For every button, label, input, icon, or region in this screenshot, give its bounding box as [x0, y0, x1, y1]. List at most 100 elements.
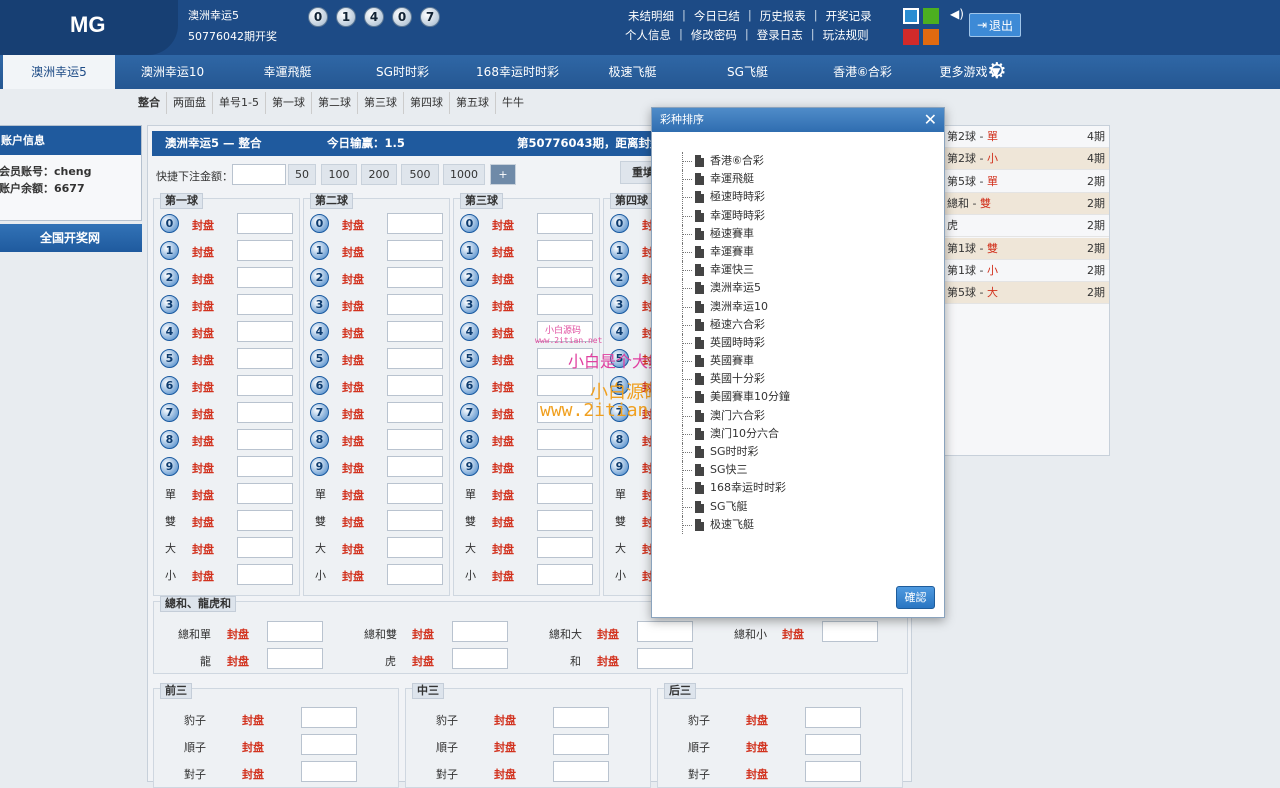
- bet-input[interactable]: [387, 402, 443, 423]
- bet-input[interactable]: [387, 213, 443, 234]
- quick-add-button[interactable]: +: [490, 164, 516, 185]
- link-profile[interactable]: 个人信息: [625, 27, 671, 43]
- bet-input[interactable]: [537, 348, 593, 369]
- bet-input[interactable]: [553, 707, 609, 728]
- bet-input[interactable]: [237, 240, 293, 261]
- quick-500-button[interactable]: 500: [401, 164, 439, 185]
- tab-sg-boat[interactable]: SG飞艇: [690, 55, 805, 89]
- tab-168-ssc[interactable]: 168幸运时时彩: [460, 55, 575, 89]
- lottery-tree-item[interactable]: 英國十分彩: [682, 370, 790, 389]
- logout-button[interactable]: ⇥ 退出: [969, 13, 1021, 37]
- bet-input[interactable]: [237, 213, 293, 234]
- all-draw-button[interactable]: 全国开奖网: [0, 224, 142, 252]
- quick-200-button[interactable]: 200: [361, 164, 397, 185]
- lottery-tree-item[interactable]: 澳门10分六合: [682, 424, 790, 443]
- bet-input[interactable]: [537, 510, 593, 531]
- lottery-tree-item[interactable]: 澳洲幸运10: [682, 297, 790, 316]
- confirm-button[interactable]: 確認: [896, 586, 935, 609]
- theme-orange-swatch[interactable]: [923, 29, 939, 45]
- bet-input[interactable]: [452, 648, 508, 669]
- lottery-tree-item[interactable]: 英國賽車: [682, 352, 790, 371]
- lottery-tree-item[interactable]: 香港⑥合彩: [682, 152, 790, 171]
- quick-1000-button[interactable]: 1000: [443, 164, 485, 185]
- bet-input[interactable]: [537, 537, 593, 558]
- bet-input[interactable]: [537, 294, 593, 315]
- bet-input[interactable]: [387, 456, 443, 477]
- bet-input[interactable]: [805, 761, 861, 782]
- subtab-all[interactable]: 整合: [132, 92, 167, 114]
- bet-input[interactable]: [301, 734, 357, 755]
- bet-input[interactable]: [537, 321, 593, 342]
- lottery-tree-item[interactable]: SG飞艇: [682, 497, 790, 516]
- bet-input[interactable]: [237, 294, 293, 315]
- bet-input[interactable]: [805, 734, 861, 755]
- subtab-single-1-5[interactable]: 单号1-5: [213, 92, 266, 114]
- bet-input[interactable]: [822, 621, 878, 642]
- lottery-tree-item[interactable]: 幸運飛艇: [682, 170, 790, 189]
- bet-input[interactable]: [537, 213, 593, 234]
- tab-speed-boat[interactable]: 极速飞艇: [575, 55, 690, 89]
- quick-100-button[interactable]: 100: [321, 164, 357, 185]
- lottery-tree-item[interactable]: 美國賽車10分鐘: [682, 388, 790, 407]
- bet-input[interactable]: [237, 483, 293, 504]
- bet-input[interactable]: [267, 621, 323, 642]
- bet-input[interactable]: [301, 761, 357, 782]
- link-draw-records[interactable]: 开奖记录: [826, 8, 872, 24]
- subtab-ball1[interactable]: 第一球: [266, 92, 312, 114]
- subtab-ball4[interactable]: 第四球: [404, 92, 450, 114]
- tab-sg-ssc[interactable]: SG时时彩: [345, 55, 460, 89]
- bet-input[interactable]: [387, 348, 443, 369]
- bet-input[interactable]: [537, 267, 593, 288]
- lottery-tree-item[interactable]: 幸運賽車: [682, 242, 790, 262]
- lottery-tree-item[interactable]: 極速賽車: [682, 224, 790, 243]
- subtab-two-sides[interactable]: 两面盘: [167, 92, 213, 114]
- bet-input[interactable]: [387, 510, 443, 531]
- bet-input[interactable]: [387, 483, 443, 504]
- lottery-tree-item[interactable]: 极速飞艇: [682, 515, 790, 534]
- bet-input[interactable]: [237, 402, 293, 423]
- bet-input[interactable]: [637, 621, 693, 642]
- bet-input[interactable]: [537, 402, 593, 423]
- quick-amount-input[interactable]: [232, 164, 286, 185]
- link-change-password[interactable]: 修改密码: [691, 27, 737, 43]
- theme-blue-swatch[interactable]: [903, 8, 919, 24]
- tab-aus10[interactable]: 澳洲幸运10: [115, 55, 230, 89]
- bet-input[interactable]: [637, 648, 693, 669]
- link-login-log[interactable]: 登录日志: [757, 27, 803, 43]
- link-settled-today[interactable]: 今日已结: [694, 8, 740, 24]
- lottery-tree-item[interactable]: 澳洲幸运5: [682, 279, 790, 298]
- link-rules[interactable]: 玩法规则: [823, 27, 869, 43]
- subtab-ball2[interactable]: 第二球: [312, 92, 358, 114]
- tab-lucky-boat[interactable]: 幸運飛艇: [230, 55, 345, 89]
- bet-input[interactable]: [267, 648, 323, 669]
- quick-50-button[interactable]: 50: [288, 164, 316, 185]
- bet-input[interactable]: [237, 429, 293, 450]
- lottery-tree-item[interactable]: SG快三: [682, 461, 790, 480]
- lottery-tree-item[interactable]: 極速六合彩: [682, 315, 790, 334]
- lottery-tree-item[interactable]: SG时时彩: [682, 443, 790, 462]
- lottery-tree-item[interactable]: 幸運時時彩: [682, 206, 790, 225]
- link-history[interactable]: 历史报表: [760, 8, 806, 24]
- bet-input[interactable]: [237, 348, 293, 369]
- bet-input[interactable]: [237, 537, 293, 558]
- bet-input[interactable]: [387, 537, 443, 558]
- gear-icon[interactable]: ⚙: [987, 60, 1011, 84]
- bet-input[interactable]: [387, 321, 443, 342]
- bet-input[interactable]: [387, 375, 443, 396]
- bet-input[interactable]: [537, 240, 593, 261]
- bet-input[interactable]: [387, 294, 443, 315]
- bet-input[interactable]: [553, 761, 609, 782]
- bet-input[interactable]: [237, 375, 293, 396]
- tab-hk-mark6[interactable]: 香港⑥合彩: [805, 55, 920, 89]
- bet-input[interactable]: [452, 621, 508, 642]
- bet-input[interactable]: [537, 483, 593, 504]
- bet-input[interactable]: [553, 734, 609, 755]
- lottery-tree-item[interactable]: 極速時時彩: [682, 188, 790, 207]
- subtab-niuniu[interactable]: 牛牛: [496, 92, 530, 114]
- bet-input[interactable]: [537, 429, 593, 450]
- bet-input[interactable]: [237, 456, 293, 477]
- bet-input[interactable]: [237, 321, 293, 342]
- tab-aus5[interactable]: 澳洲幸运5: [3, 55, 115, 89]
- bet-input[interactable]: [237, 510, 293, 531]
- bet-input[interactable]: [537, 456, 593, 477]
